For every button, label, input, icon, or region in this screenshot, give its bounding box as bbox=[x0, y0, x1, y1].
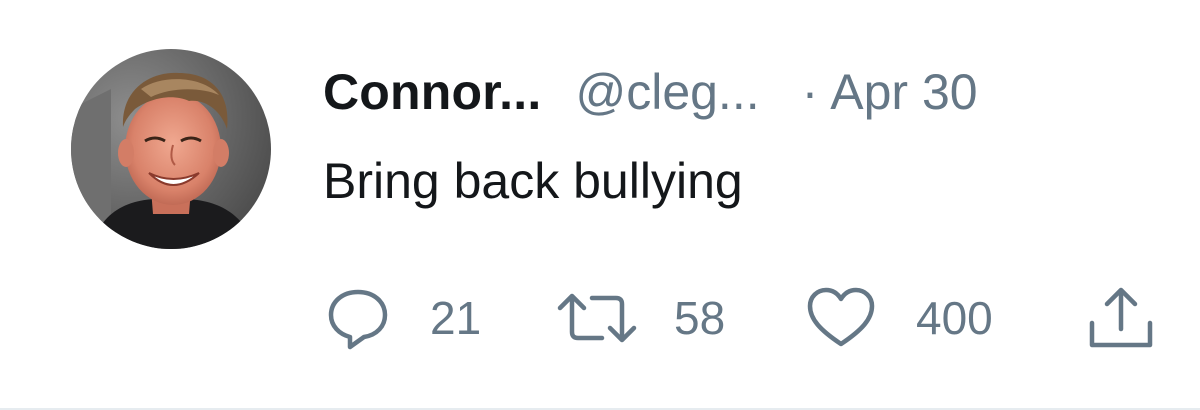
reply-icon bbox=[326, 286, 390, 350]
display-name[interactable]: Connor... bbox=[323, 63, 541, 121]
separator-dot: · bbox=[801, 64, 819, 120]
user-handle[interactable]: @cleg... bbox=[575, 63, 759, 121]
like-count: 400 bbox=[916, 292, 993, 344]
tweet-header: Connor... @cleg... · Apr 30 bbox=[323, 60, 978, 124]
avatar-photo-icon bbox=[71, 49, 271, 249]
retweet-button[interactable]: 58 bbox=[556, 284, 725, 352]
retweet-count: 58 bbox=[674, 292, 726, 344]
reply-button[interactable]: 21 bbox=[326, 284, 481, 352]
share-button[interactable] bbox=[1086, 284, 1156, 352]
tweet-date[interactable]: Apr 30 bbox=[830, 63, 977, 121]
tweet-text: Bring back bullying bbox=[323, 153, 743, 209]
tweet-actions: 21 58 400 bbox=[326, 284, 1166, 352]
like-icon bbox=[806, 286, 876, 350]
like-button[interactable]: 400 bbox=[806, 284, 993, 352]
retweet-icon bbox=[556, 286, 638, 350]
tweet-card[interactable]: Connor... @cleg... · Apr 30 Bring back b… bbox=[0, 0, 1200, 410]
share-icon bbox=[1086, 285, 1156, 351]
reply-count: 21 bbox=[430, 292, 482, 344]
avatar[interactable] bbox=[71, 49, 271, 249]
